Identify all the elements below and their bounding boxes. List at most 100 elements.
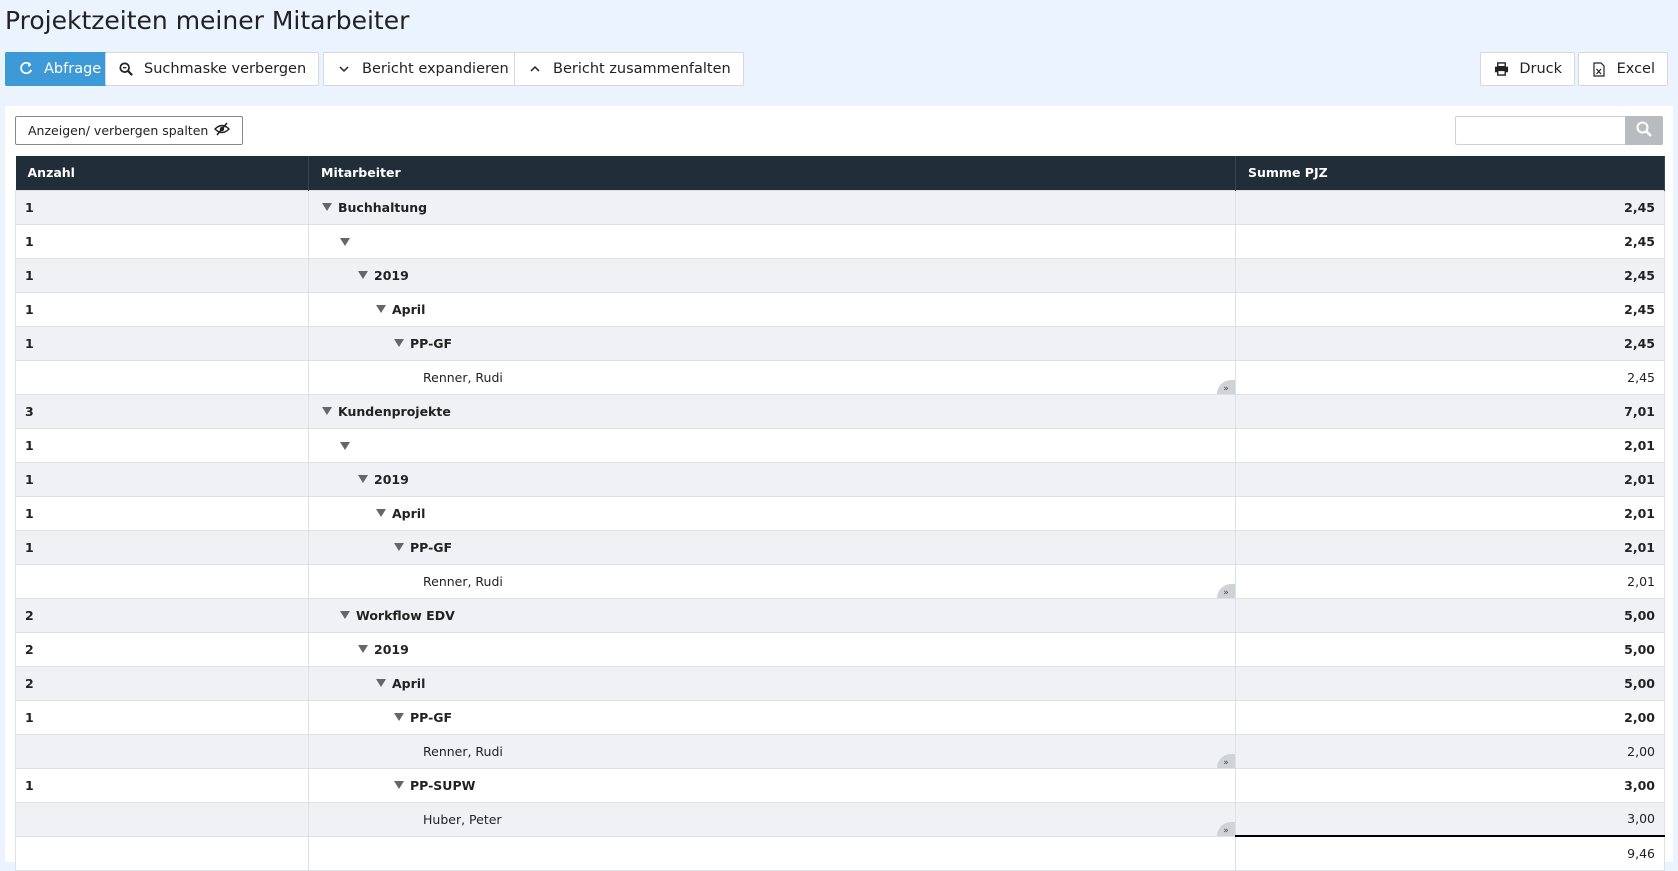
excel-button[interactable]: Excel <box>1577 52 1668 86</box>
group-row[interactable]: 1 April 2,45 <box>15 291 1665 327</box>
print-label: Druck <box>1519 61 1562 77</box>
group-row[interactable]: 1 2019 2,45 <box>15 257 1665 293</box>
count-cell: 2 <box>15 631 309 667</box>
count-cell <box>15 733 309 769</box>
column-header-count[interactable]: Anzahl <box>15 156 309 190</box>
group-row[interactable]: 1 April 2,01 <box>15 495 1665 531</box>
count-cell: 1 <box>15 495 309 531</box>
query-button-label: Abfrage <box>44 61 102 77</box>
group-row[interactable]: 1 PP-GF 2,00 <box>15 699 1665 735</box>
employee-cell: PP-GF <box>308 699 1236 735</box>
search-input[interactable] <box>1455 116 1625 145</box>
collapse-triangle-icon[interactable] <box>376 679 386 688</box>
employee-cell <box>308 427 1236 463</box>
group-row[interactable]: 1 2019 2,01 <box>15 461 1665 497</box>
excel-file-icon <box>1591 61 1607 77</box>
row-details-icon[interactable]: » <box>1217 379 1235 394</box>
hide-search-button[interactable]: Suchmaske verbergen <box>105 52 320 86</box>
sum-cell: 2,00 <box>1235 733 1665 769</box>
collapse-triangle-icon[interactable] <box>376 509 386 518</box>
tree-node: Renner, Rudi <box>318 370 503 385</box>
employee-cell: Workflow EDV <box>308 597 1236 633</box>
column-visibility-button[interactable]: Anzeigen/ verbergen spalten <box>15 116 244 145</box>
collapse-triangle-icon[interactable] <box>340 237 350 246</box>
query-button[interactable]: Abfrage <box>5 52 115 86</box>
column-header-employee[interactable]: Mitarbeiter <box>308 156 1236 190</box>
row-details-icon[interactable]: » <box>1217 821 1235 836</box>
column-header-sum[interactable]: Summe PJZ <box>1235 156 1665 190</box>
collapse-report-button[interactable]: Bericht zusammenfalten <box>514 52 744 86</box>
page-title: Projektzeiten meiner Mitarbeiter <box>5 6 410 35</box>
tree-node-label: April <box>392 675 426 691</box>
sum-cell: 7,01 <box>1235 393 1665 429</box>
tree-node-label: 2019 <box>374 267 409 283</box>
collapse-triangle-icon[interactable] <box>322 407 332 416</box>
sum-cell: 2,01 <box>1235 495 1665 531</box>
count-cell: 1 <box>15 325 309 361</box>
report-body: 1 Buchhaltung 2,45 1 2,45 1 2019 2,45 1 April 2,45… <box>15 189 1665 871</box>
collapse-triangle-icon[interactable] <box>340 441 350 450</box>
collapse-triangle-icon[interactable] <box>376 305 386 314</box>
count-cell <box>15 801 309 837</box>
employee-row: Renner, Rudi » 2,00 <box>15 733 1665 769</box>
sum-cell: 2,01 <box>1235 427 1665 463</box>
group-row[interactable]: 2 Workflow EDV 5,00 <box>15 597 1665 633</box>
sum-cell: 2,01 <box>1235 461 1665 497</box>
search-button[interactable] <box>1625 116 1663 145</box>
collapse-triangle-icon[interactable] <box>358 645 368 654</box>
row-details-icon[interactable]: » <box>1217 583 1235 598</box>
group-row[interactable]: 1 2,01 <box>15 427 1665 463</box>
count-cell: 2 <box>15 597 309 633</box>
expand-report-label: Bericht expandieren <box>362 61 509 77</box>
tree-node: Renner, Rudi <box>318 574 503 589</box>
collapse-triangle-icon[interactable] <box>394 713 404 722</box>
group-row[interactable]: 2 April 5,00 <box>15 665 1665 701</box>
group-row[interactable]: 1 PP-GF 2,45 <box>15 325 1665 361</box>
employee-cell: PP-GF <box>308 325 1236 361</box>
total-row: 9,46 <box>15 835 1665 871</box>
group-row[interactable]: 1 Buchhaltung 2,45 <box>15 189 1665 225</box>
count-cell: 2 <box>15 665 309 701</box>
count-cell: 1 <box>15 223 309 259</box>
sum-cell: 2,45 <box>1235 189 1665 225</box>
sum-cell: 3,00 <box>1235 801 1665 837</box>
employee-cell: Buchhaltung <box>308 189 1236 225</box>
collapse-triangle-icon[interactable] <box>394 543 404 552</box>
chevron-down-icon <box>336 61 352 77</box>
table-search <box>1455 116 1663 145</box>
sum-cell: 2,45 <box>1235 257 1665 293</box>
employee-cell: PP-GF <box>308 529 1236 565</box>
sum-cell: 5,00 <box>1235 631 1665 667</box>
collapse-report-label: Bericht zusammenfalten <box>553 61 731 77</box>
tree-node: April <box>318 676 425 691</box>
count-cell: 3 <box>15 393 309 429</box>
employee-cell: Huber, Peter » <box>308 801 1236 837</box>
count-cell: 1 <box>15 257 309 293</box>
print-button[interactable]: Druck <box>1480 52 1575 86</box>
tree-node: PP-GF <box>318 336 452 351</box>
tree-node: April <box>318 302 425 317</box>
collapse-triangle-icon[interactable] <box>394 781 404 790</box>
row-details-icon[interactable]: » <box>1217 753 1235 768</box>
tree-node: 2019 <box>318 642 409 657</box>
tree-node-label: Huber, Peter <box>423 811 502 827</box>
group-row[interactable]: 1 PP-SUPW 3,00 <box>15 767 1665 803</box>
report-panel: Anzeigen/ verbergen spalten Anzahl Mitar… <box>5 106 1673 871</box>
expand-report-button[interactable]: Bericht expandieren <box>323 52 522 86</box>
collapse-triangle-icon[interactable] <box>340 611 350 620</box>
tree-node-label: Workflow EDV <box>356 607 455 623</box>
count-cell: 1 <box>15 291 309 327</box>
tree-node-label: Buchhaltung <box>338 199 428 215</box>
collapse-triangle-icon[interactable] <box>358 271 368 280</box>
collapse-triangle-icon[interactable] <box>358 475 368 484</box>
group-row[interactable]: 1 PP-GF 2,01 <box>15 529 1665 565</box>
collapse-triangle-icon[interactable] <box>394 339 404 348</box>
group-row[interactable]: 1 2,45 <box>15 223 1665 259</box>
collapse-triangle-icon[interactable] <box>322 203 332 212</box>
group-row[interactable]: 2 2019 5,00 <box>15 631 1665 667</box>
count-cell: 1 <box>15 461 309 497</box>
employee-cell: April <box>308 665 1236 701</box>
employee-row: Renner, Rudi » 2,01 <box>15 563 1665 599</box>
hide-search-label: Suchmaske verbergen <box>144 61 307 77</box>
group-row[interactable]: 3 Kundenprojekte 7,01 <box>15 393 1665 429</box>
